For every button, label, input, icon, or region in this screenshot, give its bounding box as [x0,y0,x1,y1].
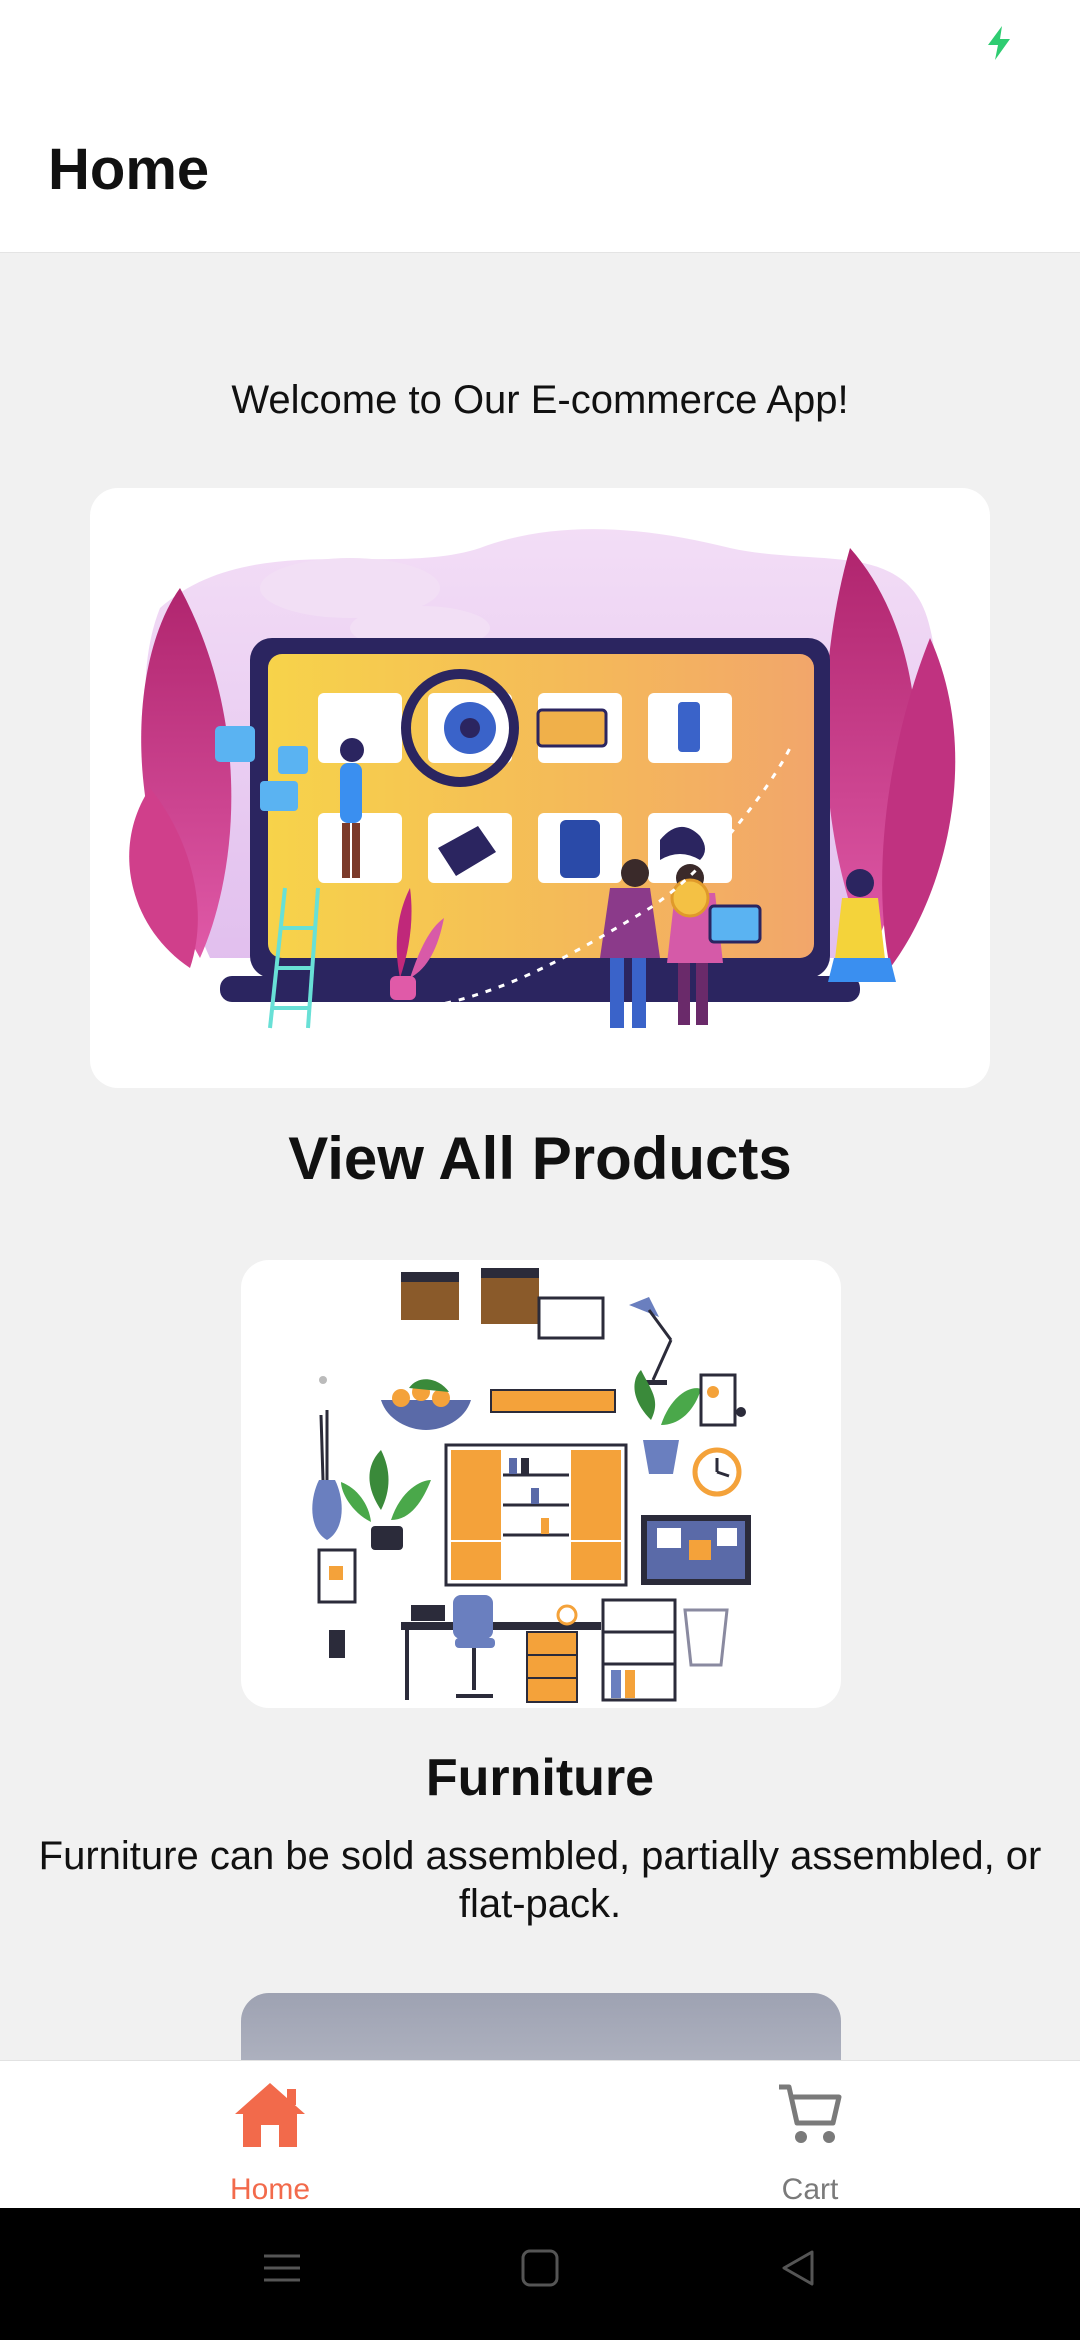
bottom-nav: Home Cart [0,2060,1080,2209]
cart-icon [779,2084,842,2143]
nav-cart-tab[interactable]: Cart [540,2061,1080,2209]
section-title[interactable]: View All Products [0,1124,1080,1193]
status-bar [0,0,1080,90]
ecommerce-illustration [129,529,956,1029]
category-card[interactable] [241,1260,841,1708]
app-bar: Home [0,90,1080,253]
nav-home-label: Home [229,2173,311,2206]
nav-home-tab[interactable]: Home [0,2061,540,2209]
home-icon [235,2083,305,2147]
category-description: Furniture can be sold assembled, partial… [38,1834,1042,1926]
welcome-text: Welcome to Our E-commerce App! [231,378,849,422]
furniture-illustration [312,1268,751,1703]
category-title: Furniture [425,1749,655,1807]
charging-bolt-icon [988,26,1010,60]
home-button-icon[interactable] [520,2248,560,2288]
hero-banner [90,488,990,1088]
back-icon[interactable] [778,2248,818,2288]
nav-cart-label: Cart [781,2173,839,2206]
menu-icon[interactable] [262,2248,302,2288]
page-title: Home [48,137,210,202]
system-nav-bar [0,2208,1080,2340]
